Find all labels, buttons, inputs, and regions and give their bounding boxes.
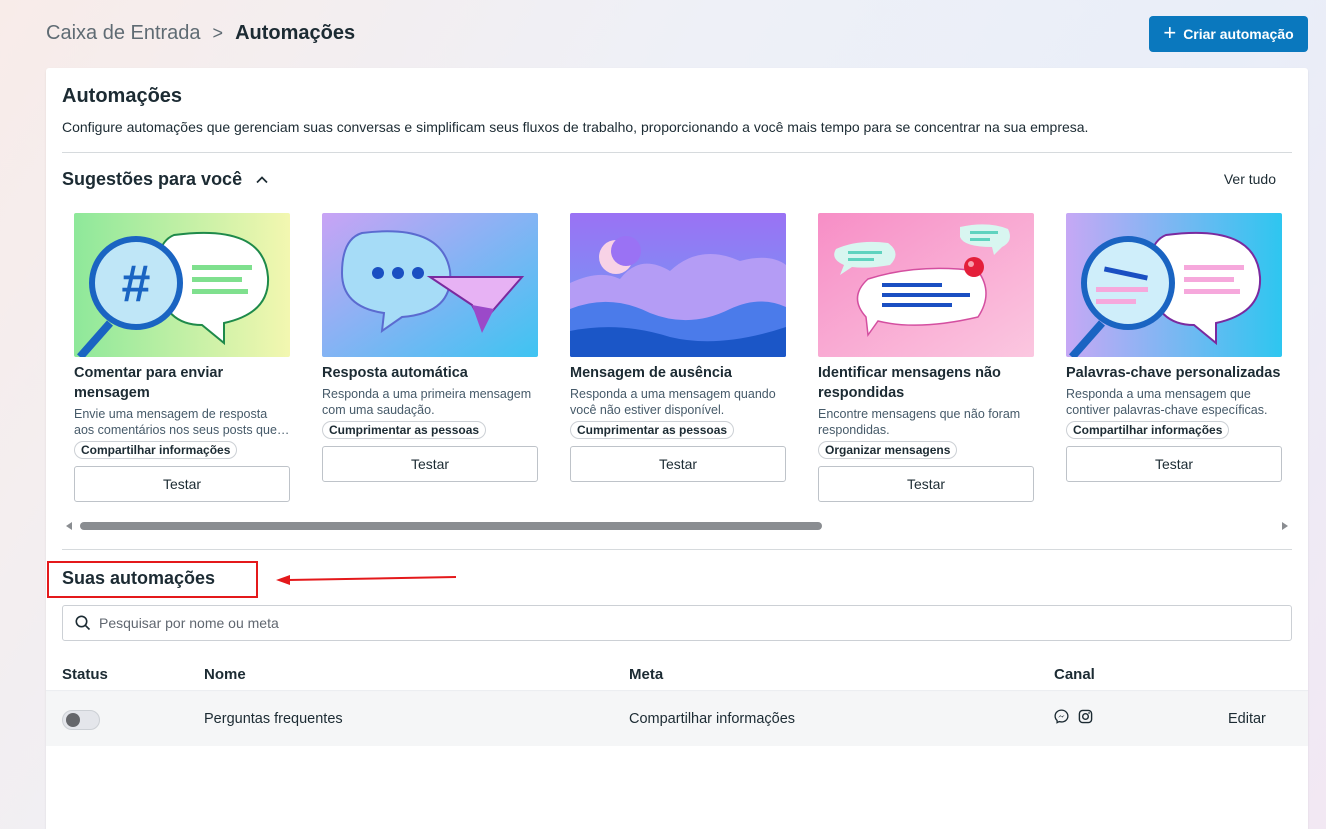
suggestion-title: Palavras-chave personalizadas <box>1066 365 1281 381</box>
page-title: Automações <box>62 85 183 107</box>
divider <box>62 152 1292 153</box>
toggle-knob <box>66 713 80 727</box>
table-row: Perguntas frequentes Compartilhar inform… <box>46 692 1308 746</box>
keywords-illustration <box>1066 213 1282 357</box>
suggestions-title: Sugestões para você <box>62 169 243 189</box>
suggestions-header[interactable]: Sugestões para você <box>62 169 268 190</box>
automation-goal: Compartilhar informações <box>629 711 796 727</box>
suggestion-title: Mensagem de ausência <box>570 365 732 381</box>
annotation-highlight-box <box>47 561 258 598</box>
unanswered-messages-illustration <box>818 213 1034 357</box>
search-icon <box>75 615 91 631</box>
column-header-status: Status <box>62 666 108 683</box>
scroll-left-arrow-icon[interactable] <box>66 522 72 530</box>
column-header-channel: Canal <box>1054 666 1095 683</box>
breadcrumb-inbox-link[interactable]: Caixa de Entrada <box>46 22 201 45</box>
suggestion-tag: Organizar mensagens <box>818 441 958 459</box>
search-input[interactable] <box>99 615 1291 631</box>
suggestion-card-unanswered: Identificar mensagens não respondidas En… <box>818 213 1034 502</box>
chevron-up-icon[interactable] <box>256 174 268 186</box>
scroll-right-arrow-icon[interactable] <box>1282 522 1288 530</box>
suggestion-description: Responda a uma primeira mensagem com uma… <box>322 387 532 417</box>
suggestion-card-away-message: Mensagem de ausência Responda a uma mens… <box>570 213 786 482</box>
page-description: Configure automações que gerenciam suas … <box>62 119 1089 135</box>
search-field[interactable] <box>62 605 1292 641</box>
comment-hashtag-illustration: # <box>74 213 290 357</box>
suggestion-description: Responda a uma mensagem que contiver pal… <box>1066 387 1268 417</box>
automation-name: Perguntas frequentes <box>204 711 343 727</box>
suggestion-card-keywords: Palavras-chave personalizadas Responda a… <box>1066 213 1282 482</box>
breadcrumb-current: Automações <box>235 22 356 44</box>
test-button[interactable]: Testar <box>74 466 290 502</box>
away-message-illustration <box>570 213 786 357</box>
edit-link[interactable]: Editar <box>1228 711 1266 727</box>
suggestion-description: Responda a uma mensagem quando você não … <box>570 387 776 417</box>
test-button[interactable]: Testar <box>818 466 1034 502</box>
suggestion-card-auto-reply: Resposta automática Responda a uma prime… <box>322 213 538 482</box>
column-header-name: Nome <box>204 666 246 683</box>
status-toggle[interactable] <box>62 710 100 730</box>
divider <box>62 549 1292 550</box>
automations-panel: Automações Configure automações que gere… <box>46 68 1308 829</box>
suggestion-tag: Cumprimentar as pessoas <box>322 421 487 439</box>
suggestion-title: Resposta automática <box>322 365 468 381</box>
test-button[interactable]: Testar <box>570 446 786 482</box>
suggestion-tag: Compartilhar informações <box>1066 421 1230 439</box>
scroll-thumb[interactable] <box>80 522 822 530</box>
suggestion-tag: Cumprimentar as pessoas <box>570 421 735 439</box>
suggestion-description: Envie uma mensagem de resposta aos comen… <box>74 407 290 437</box>
plus-icon: + <box>1163 20 1177 45</box>
suggestion-card-comment: # Comentar para enviar mensagem Envie um… <box>74 213 290 502</box>
instagram-icon <box>1078 709 1093 724</box>
suggestion-title: Comentar para enviar mensagem <box>74 365 224 401</box>
test-button[interactable]: Testar <box>322 446 538 482</box>
create-automation-label: Criar automação <box>1183 26 1294 42</box>
suggestion-description: Encontre mensagens que não foram respond… <box>818 407 1021 437</box>
top-bar: Caixa de Entrada > Automações + Criar au… <box>0 0 1326 68</box>
suggestion-title: Identificar mensagens não respondidas <box>818 365 1001 401</box>
annotation-arrow-icon <box>276 575 457 585</box>
auto-reply-illustration <box>322 213 538 357</box>
create-automation-button[interactable]: + Criar automação <box>1149 16 1308 52</box>
channel-icons <box>1054 709 1093 724</box>
column-header-goal: Meta <box>629 666 664 683</box>
suggestions-scrollbar[interactable] <box>62 519 1292 533</box>
chevron-right-icon: > <box>212 23 224 43</box>
suggestion-tag: Compartilhar informações <box>74 441 238 459</box>
messenger-icon <box>1054 709 1069 724</box>
breadcrumb: Caixa de Entrada > Automações <box>46 22 355 45</box>
svg-text:#: # <box>122 255 151 313</box>
see-all-link[interactable]: Ver tudo <box>1224 171 1276 187</box>
test-button[interactable]: Testar <box>1066 446 1282 482</box>
